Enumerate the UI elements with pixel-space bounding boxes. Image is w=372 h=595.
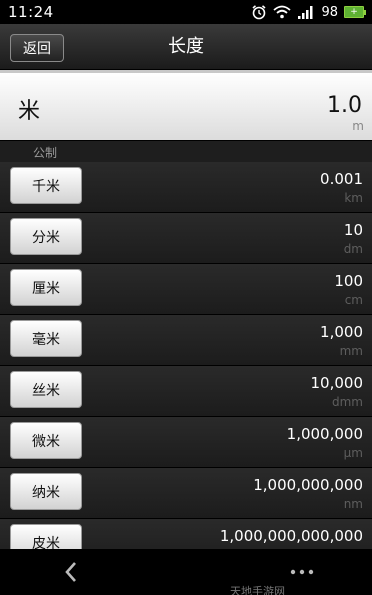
current-unit-panel[interactable]: 米 1.0 m	[0, 70, 372, 140]
section-label: 公制	[33, 146, 58, 160]
title-bar: 返回 长度	[0, 24, 372, 70]
unit-button-km[interactable]: 千米	[10, 167, 82, 204]
current-unit-value[interactable]: 1.0	[327, 93, 362, 118]
watermark: 天地手游网	[230, 585, 285, 595]
unit-button-cm[interactable]: 厘米	[10, 269, 82, 306]
more-dots-icon	[290, 569, 314, 575]
status-time: 11:24	[8, 3, 54, 21]
wifi-icon	[273, 5, 292, 19]
unit-value: 1,000	[320, 323, 363, 341]
unit-button-dm[interactable]: 分米	[10, 218, 82, 255]
back-chevron-icon	[64, 561, 78, 583]
nav-more-button[interactable]	[284, 559, 320, 585]
unit-value: 0.001	[320, 170, 363, 188]
unit-abbr: dm	[343, 242, 363, 256]
unit-row[interactable]: 丝米 10,000 dmm	[0, 366, 372, 417]
nav-back-button[interactable]	[56, 559, 86, 585]
unit-row[interactable]: 皮米 1,000,000,000,000	[0, 519, 372, 549]
alarm-icon	[251, 4, 267, 20]
unit-abbr: dmm	[332, 395, 363, 409]
unit-button-mm[interactable]: 毫米	[10, 320, 82, 357]
unit-row[interactable]: 纳米 1,000,000,000 nm	[0, 468, 372, 519]
unit-button-dmm[interactable]: 丝米	[10, 371, 82, 408]
unit-value: 1,000,000,000,000	[219, 527, 363, 545]
unit-value: 1,000,000	[286, 425, 363, 443]
status-bar: 11:24 98 +	[0, 0, 372, 24]
section-header: 公制	[0, 141, 372, 162]
unit-row[interactable]: 毫米 1,000 mm	[0, 315, 372, 366]
unit-value: 10,000	[310, 374, 364, 392]
unit-row[interactable]: 分米 10 dm	[0, 213, 372, 264]
current-unit-abbr: m	[352, 119, 364, 133]
unit-row[interactable]: 千米 0.001 km	[0, 162, 372, 213]
unit-list[interactable]: 千米 0.001 km 分米 10 dm 厘米 100 cm 毫米 1,000 …	[0, 162, 372, 549]
unit-value: 100	[334, 272, 363, 290]
unit-value: 10	[343, 221, 363, 239]
unit-value: 1,000,000,000	[253, 476, 363, 494]
unit-button-um[interactable]: 微米	[10, 422, 82, 459]
unit-abbr: μm	[343, 446, 363, 460]
signal-icon	[297, 5, 315, 19]
unit-abbr: nm	[343, 497, 363, 511]
unit-row[interactable]: 厘米 100 cm	[0, 264, 372, 315]
unit-row[interactable]: 微米 1,000,000 μm	[0, 417, 372, 468]
current-unit-name: 米	[18, 99, 41, 124]
battery-icon: +	[344, 6, 366, 18]
status-icons: 98 +	[251, 4, 366, 20]
battery-level: 98	[321, 4, 338, 20]
bottom-nav: 天地手游网	[0, 549, 372, 595]
unit-button-pm[interactable]: 皮米	[10, 524, 82, 549]
unit-abbr: km	[344, 191, 363, 205]
back-button[interactable]: 返回	[10, 34, 64, 62]
unit-abbr: cm	[344, 293, 363, 307]
unit-abbr: mm	[339, 344, 363, 358]
unit-button-nm[interactable]: 纳米	[10, 473, 82, 510]
